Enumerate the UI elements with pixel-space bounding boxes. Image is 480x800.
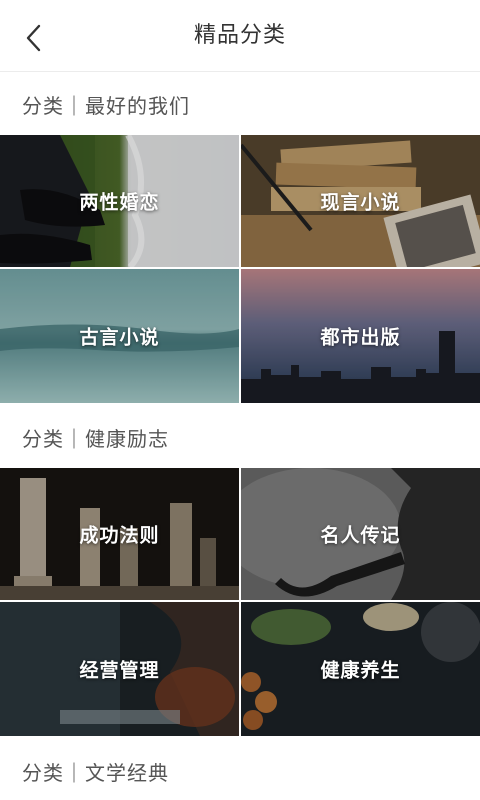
category-tile-biography[interactable]: 名人传记 xyxy=(241,468,480,600)
section-heading-best: 分类｜最好的我们 xyxy=(0,73,480,135)
section-heading-inspiration: 分类｜健康励志 xyxy=(0,406,480,468)
category-tile-label: 都市出版 xyxy=(320,326,401,349)
category-tile-success[interactable]: 成功法则 xyxy=(0,468,239,600)
page-title: 精品分类 xyxy=(193,23,286,48)
app-header: 精品分类 xyxy=(0,0,480,72)
category-tile-ancient-romance[interactable]: 古言小说 xyxy=(0,269,239,403)
category-tile-urban[interactable]: 都市出版 xyxy=(241,269,480,403)
category-tile-relationships[interactable]: 两性婚恋 xyxy=(0,135,239,267)
category-tile-label: 健康养生 xyxy=(320,659,401,682)
section-heading-label: 分类｜文学经典 xyxy=(22,761,169,785)
category-tile-label: 经营管理 xyxy=(79,659,160,682)
category-tile-label: 两性婚恋 xyxy=(79,191,160,214)
category-tile-management[interactable]: 经营管理 xyxy=(0,602,239,736)
category-tile-label: 古言小说 xyxy=(79,326,160,349)
category-tile-health[interactable]: 健康养生 xyxy=(241,602,480,736)
category-tile-modern-romance[interactable]: 现言小说 xyxy=(241,135,480,267)
category-tile-label: 成功法则 xyxy=(79,524,160,547)
category-tile-label: 名人传记 xyxy=(320,524,401,547)
section-heading-label: 分类｜健康励志 xyxy=(22,427,169,451)
section-heading-label: 分类｜最好的我们 xyxy=(22,94,190,118)
section-heading-literature: 分类｜文学经典 xyxy=(0,740,480,800)
category-tile-label: 现言小说 xyxy=(320,191,401,214)
